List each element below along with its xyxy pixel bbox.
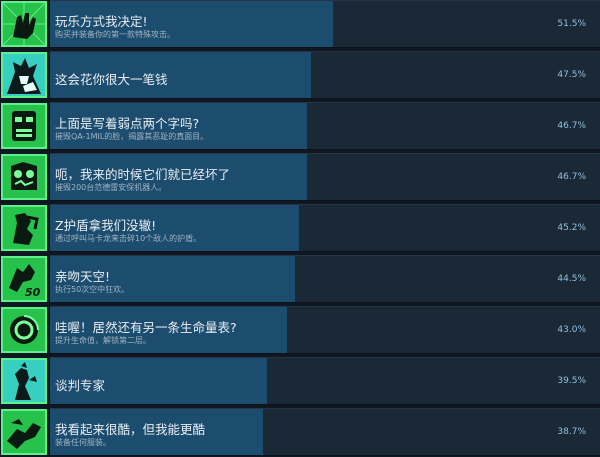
achievement-title: 这会花你很大一笔钱 [55, 72, 168, 87]
cool-outfit-icon [3, 411, 45, 453]
achievement-row[interactable]: 这会花你很大一笔钱 47.5% [0, 51, 600, 99]
achievement-panel: 上面是写着弱点两个字吗? 摧毁QA-1MIL的脸，揭露其恶趾的真面目。 46.7… [50, 102, 600, 150]
achievement-row[interactable]: 上面是写着弱点两个字吗? 摧毁QA-1MIL的脸，揭露其恶趾的真面目。 46.7… [0, 102, 600, 150]
achievement-panel: 谈判专家 39.5% [50, 357, 600, 405]
achievement-title: Z护盾拿我们没辙! [55, 218, 157, 233]
unlock-percentage: 46.7% [557, 121, 586, 131]
achievement-description: 购买并装备你的第一款特殊攻击。 [55, 30, 175, 39]
achievement-description: 摧毁QA-1MIL的脸，揭露其恶趾的真面目。 [55, 132, 209, 141]
unlock-percentage: 43.0% [557, 325, 586, 335]
achievement-badge [1, 52, 47, 98]
unlock-percentage: 47.5% [557, 70, 586, 80]
broken-robot-icon [3, 156, 45, 198]
achievement-description: 摧毁200台范德雷安保机器人。 [55, 183, 167, 192]
negotiator-icon [3, 360, 45, 402]
achievement-badge [1, 1, 47, 47]
achievement-badge [1, 358, 47, 404]
achievement-description: 通过呼叫马卡龙来击碎10个敌人的护盾。 [55, 234, 202, 243]
achievement-title: 上面是写着弱点两个字吗? [55, 116, 200, 131]
sky-kiss-50-icon: 50 [3, 258, 45, 300]
achievement-title: 哇喔！居然还有另一条生命量表? [55, 320, 237, 335]
achievement-badge: 50 [1, 256, 47, 302]
achievement-description: 提升生命值，解锁第二层。 [55, 336, 151, 345]
achievement-title: 谈判专家 [55, 378, 106, 393]
achievement-panel: 呃，我来的时候它们就已经坏了 摧毁200台范德雷安保机器人。 46.7% [50, 153, 600, 201]
achievement-badge [1, 154, 47, 200]
achievement-description: 装备任何服装。 [55, 438, 111, 447]
achievement-title: 玩乐方式我决定! [55, 14, 148, 29]
achievement-panel: 我看起来很酷，但我能更酷 装备任何服装。 38.7% [50, 408, 600, 456]
unlock-percentage: 44.5% [557, 274, 586, 284]
achievement-badge [1, 103, 47, 149]
achievement-row[interactable]: 哇喔！居然还有另一条生命量表? 提升生命值，解锁第二层。 43.0% [0, 306, 600, 354]
unlock-percentage: 46.7% [557, 172, 586, 182]
achievement-row[interactable]: 50 亲吻天空! 执行50次空中狂欢。 44.5% [0, 255, 600, 303]
achievement-title: 亲吻天空! [55, 269, 111, 284]
achievement-panel: 亲吻天空! 执行50次空中狂欢。 44.5% [50, 255, 600, 303]
health-gauge-icon [3, 309, 45, 351]
achievement-row[interactable]: 玩乐方式我决定! 购买并装备你的第一款特殊攻击。 51.5% [0, 0, 600, 48]
achievement-panel: 玩乐方式我决定! 购买并装备你的第一款特殊攻击。 51.5% [50, 0, 600, 48]
achievement-badge [1, 307, 47, 353]
achievement-row[interactable]: Z护盾拿我们没辙! 通过呼叫马卡龙来击碎10个敌人的护盾。 45.2% [0, 204, 600, 252]
achievement-panel: 这会花你很大一笔钱 47.5% [50, 51, 600, 99]
achievement-badge [1, 205, 47, 251]
shield-break-icon [3, 207, 45, 249]
achievement-panel: Z护盾拿我们没辙! 通过呼叫马卡龙来击碎10个敌人的护盾。 45.2% [50, 204, 600, 252]
achievement-title: 我看起来很酷，但我能更酷 [55, 422, 206, 437]
achievement-row[interactable]: 我看起来很酷，但我能更酷 装备任何服装。 38.7% [0, 408, 600, 456]
achievement-title: 呃，我来的时候它们就已经坏了 [55, 167, 231, 182]
unlock-percentage: 39.5% [557, 376, 586, 386]
svg-text:50: 50 [25, 286, 41, 299]
hand-grab-icon [3, 3, 45, 45]
character-portrait-icon [3, 54, 45, 96]
unlock-percentage: 45.2% [557, 223, 586, 233]
achievement-panel: 哇喔！居然还有另一条生命量表? 提升生命值，解锁第二层。 43.0% [50, 306, 600, 354]
achievement-description: 执行50次空中狂欢。 [55, 285, 130, 294]
achievement-row[interactable]: 呃，我来的时候它们就已经坏了 摧毁200台范德雷安保机器人。 46.7% [0, 153, 600, 201]
unlock-percentage: 38.7% [557, 427, 586, 437]
achievement-list: 玩乐方式我决定! 购买并装备你的第一款特殊攻击。 51.5% 这会花你很大一笔钱… [0, 0, 600, 457]
robot-face-icon [3, 105, 45, 147]
achievement-row[interactable]: 谈判专家 39.5% [0, 357, 600, 405]
unlock-percentage: 51.5% [557, 19, 586, 29]
achievement-badge [1, 409, 47, 455]
